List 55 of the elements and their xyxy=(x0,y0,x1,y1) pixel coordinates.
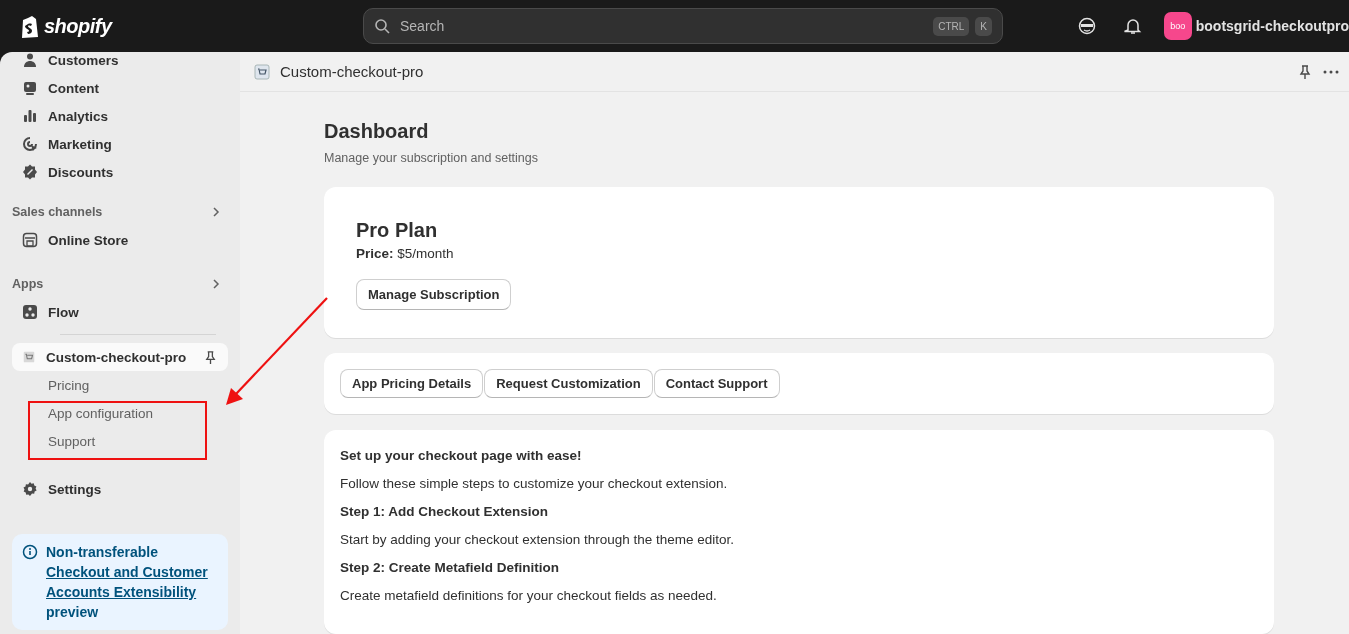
target-icon xyxy=(22,136,38,152)
search-icon xyxy=(374,18,390,34)
shortcut-key: K xyxy=(975,16,992,36)
plan-price: Price: $5/month xyxy=(356,246,455,261)
sidebar-item[interactable]: Online Store xyxy=(12,226,228,254)
step-title: Step 1: Add Checkout Extension xyxy=(340,504,550,520)
link-button[interactable]: Request Customization xyxy=(484,369,653,398)
sidebar-item[interactable]: Customers xyxy=(12,46,228,74)
cart-icon xyxy=(22,350,36,364)
more-icon[interactable] xyxy=(1323,69,1339,74)
sidebar-subitem[interactable]: Support xyxy=(12,427,228,455)
section-heading: Sales channels xyxy=(12,205,103,219)
search-field[interactable]: Search xyxy=(398,17,928,35)
shortcut-key: CTRL xyxy=(933,16,970,36)
person-icon xyxy=(22,52,38,68)
app-title: Custom-checkout-pro xyxy=(280,63,425,80)
step-title: Step 2: Create Metafield Definition xyxy=(340,560,561,576)
sidebar-subitem[interactable]: Pricing xyxy=(12,371,228,399)
discount-icon xyxy=(22,164,38,180)
info-icon xyxy=(22,544,38,560)
chevron-icon[interactable] xyxy=(210,206,222,218)
sidebar-item[interactable]: Settings xyxy=(12,475,228,503)
section-heading: Apps xyxy=(12,277,44,291)
shopping-bag-icon xyxy=(20,14,40,38)
storefront-icon xyxy=(22,232,38,248)
setup-intro: Follow these simple steps to customize your checkout extension. xyxy=(340,476,729,492)
sidebar-item[interactable]: Marketing xyxy=(12,130,228,158)
flow-icon xyxy=(22,304,38,320)
search-bar[interactable]: Search CTRL K xyxy=(363,8,1003,44)
link-button[interactable]: Contact Support xyxy=(653,369,780,398)
sidebar-subitem[interactable]: App configuration xyxy=(12,399,228,427)
pin-icon xyxy=(203,349,218,365)
bar-chart-icon xyxy=(22,108,38,124)
step-text: Start by adding your checkout extension through the theme editor. xyxy=(340,532,735,548)
gear-icon xyxy=(22,481,38,497)
store-name[interactable]: bootsgrid-checkoutpro xyxy=(1195,18,1349,34)
setup-title: Set up your checkout page with ease! xyxy=(340,448,583,464)
manage-subscription-button[interactable]: Manage Subscription xyxy=(356,279,512,310)
cart-icon xyxy=(254,63,270,80)
logo-text: shopify xyxy=(44,14,112,38)
notice-text: Non-transferable Checkout and Customer Accounts Extensibility preview xyxy=(46,542,218,622)
image-icon xyxy=(22,80,38,96)
sidebar-item[interactable]: Flow xyxy=(12,298,228,326)
chevron-icon[interactable] xyxy=(210,278,222,290)
plan-name: Pro Plan xyxy=(356,219,439,242)
page-subtitle: Manage your subscription and settings xyxy=(324,151,539,165)
sidebar-item[interactable]: Discounts xyxy=(12,158,228,186)
sidebar-item[interactable]: Custom-checkout-pro xyxy=(12,343,228,371)
sidebar-item[interactable]: Analytics xyxy=(12,102,228,130)
bell-icon[interactable] xyxy=(1123,17,1142,35)
page-title: Dashboard xyxy=(324,120,430,143)
step-text: Create metafield definitions for your checkout fields as needed. xyxy=(340,588,718,604)
pin-icon xyxy=(1297,63,1313,80)
link-button[interactable]: App Pricing Details xyxy=(340,369,484,398)
sidebar-item[interactable]: Content xyxy=(12,74,228,102)
